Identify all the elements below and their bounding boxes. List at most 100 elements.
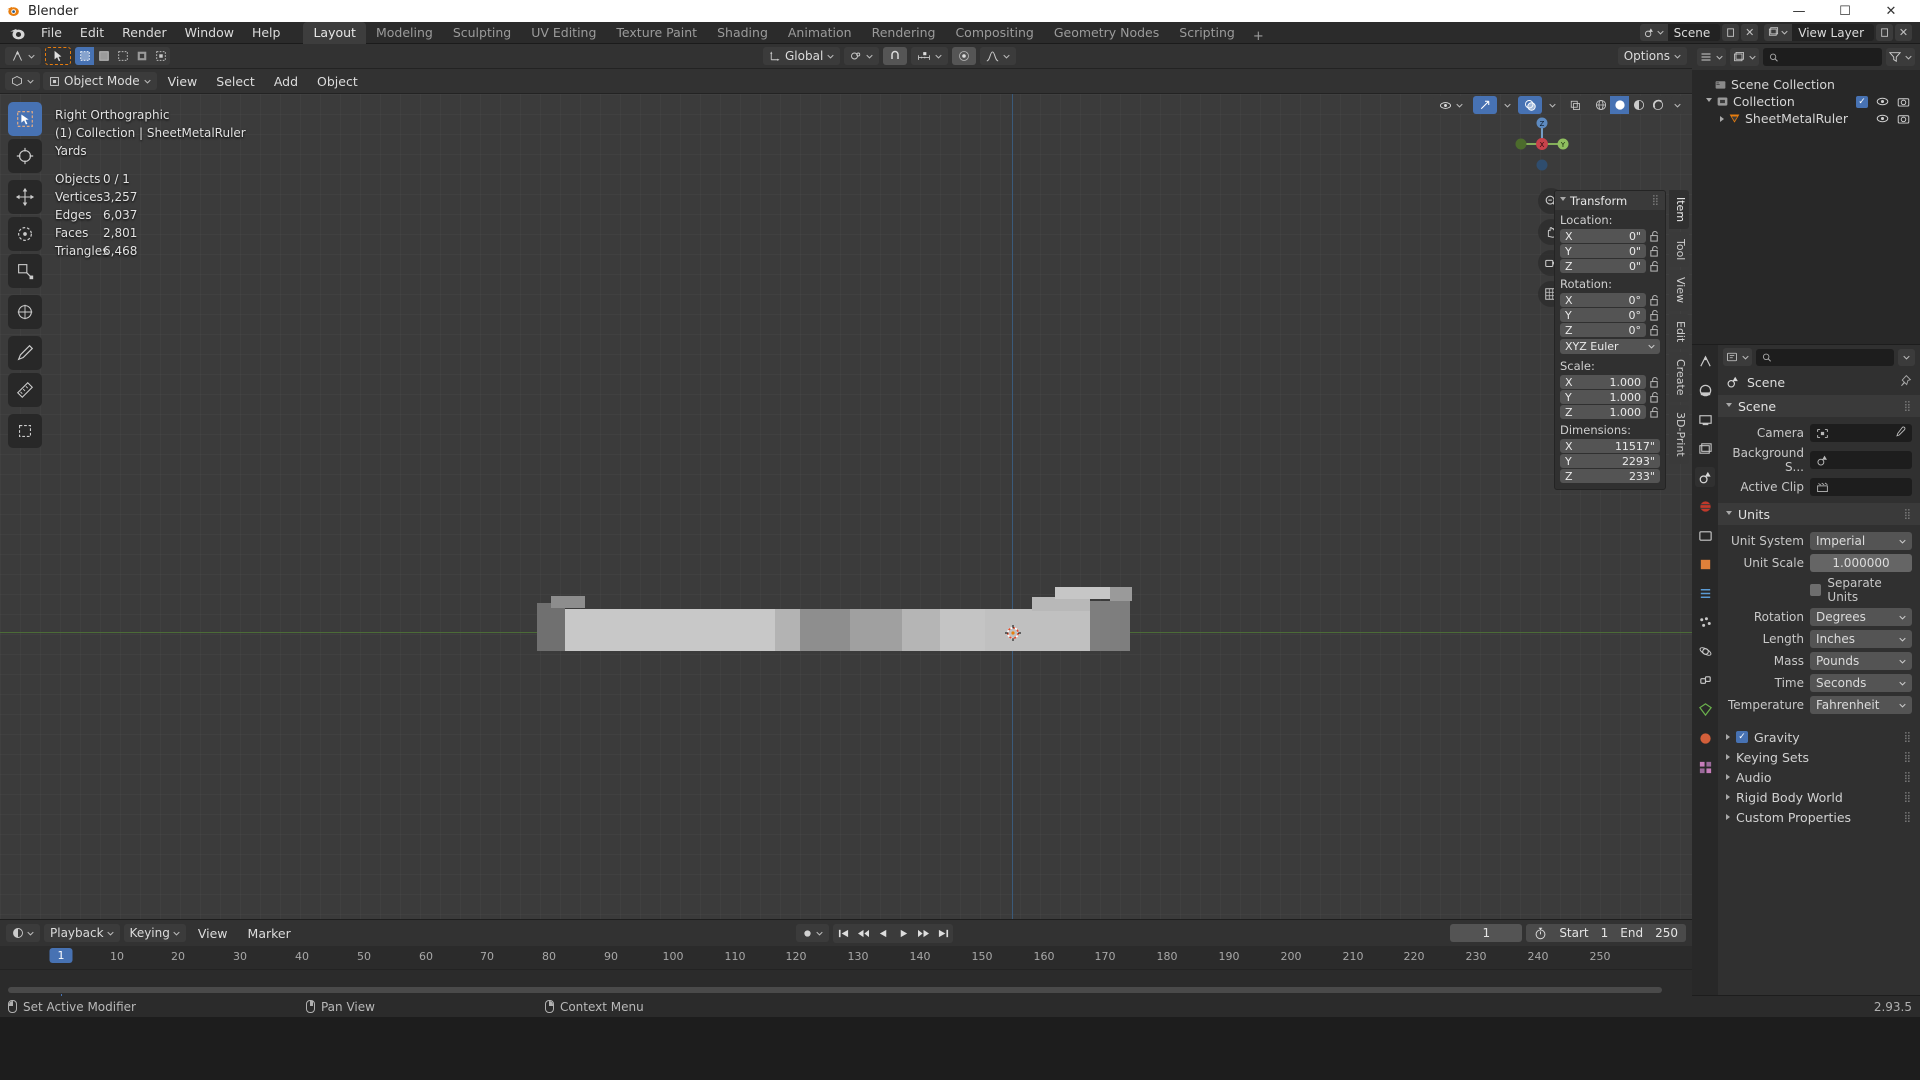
panel-drag-handle[interactable]: ⣿ (1904, 772, 1912, 783)
rotation-y-field[interactable]: Y 0° (1560, 308, 1646, 322)
dimensions-y-field[interactable]: Y 2293" (1560, 454, 1660, 468)
eye-icon[interactable] (1876, 96, 1889, 107)
menu-render[interactable]: Render (113, 23, 176, 42)
gravity-checkbox[interactable]: ✓ (1736, 731, 1748, 743)
properties-editor-type-selector[interactable] (1723, 348, 1752, 366)
location-x-field[interactable]: X 0" (1560, 229, 1646, 243)
unit-system-select[interactable]: Imperial (1810, 532, 1912, 550)
outliner-row-sheetmetalruler[interactable]: SheetMetalRuler (1696, 110, 1916, 127)
material-preview-shading-icon[interactable] (1629, 96, 1648, 114)
lock-scale-z-icon[interactable] (1649, 406, 1660, 419)
frame-range-box[interactable]: Start 1 End 250 (1526, 924, 1686, 942)
workspace-tab-animation[interactable]: Animation (778, 22, 862, 44)
panel-drag-handle[interactable]: ⣿ (1904, 401, 1912, 412)
menu-edit[interactable]: Edit (71, 23, 113, 42)
lock-location-y-icon[interactable] (1649, 245, 1660, 258)
timeline-view-menu[interactable]: View (190, 924, 236, 943)
location-y-field[interactable]: Y 0" (1560, 244, 1646, 258)
outliner-search-box[interactable] (1763, 48, 1882, 66)
timeline-keying-menu[interactable]: Keying (124, 924, 186, 942)
properties-tab-tool[interactable] (1695, 351, 1715, 371)
select-set-icon[interactable] (75, 47, 94, 65)
mass-units-select[interactable]: Pounds (1810, 652, 1912, 670)
properties-tab-constraints[interactable] (1695, 670, 1715, 690)
workspace-tab-sculpting[interactable]: Sculpting (443, 22, 521, 44)
tool-annotate[interactable] (8, 336, 42, 370)
sheet-metal-ruler-model[interactable] (535, 579, 1155, 669)
length-units-select[interactable]: Inches (1810, 630, 1912, 648)
sidebar-tab-tool[interactable]: Tool (1669, 232, 1689, 267)
sidebar-tab-3d-print[interactable]: 3D-Print (1669, 405, 1689, 464)
tool-move[interactable] (8, 180, 42, 214)
properties-tab-collection[interactable] (1695, 525, 1715, 545)
lock-rotation-x-icon[interactable] (1649, 294, 1660, 307)
new-view-layer-button[interactable] (1876, 24, 1893, 41)
jump-to-end-button[interactable] (933, 924, 953, 943)
time-units-select[interactable]: Seconds (1810, 674, 1912, 692)
select-extend-icon[interactable] (94, 47, 113, 65)
camera-field[interactable] (1810, 424, 1912, 442)
overlays-toggle-button[interactable] (1518, 96, 1542, 114)
scale-y-field[interactable]: Y 1.000 (1560, 390, 1646, 404)
timeline-channel-area[interactable] (0, 970, 1692, 996)
separate-units-checkbox[interactable]: Separate Units (1810, 576, 1912, 604)
snap-magnet-button[interactable] (883, 47, 907, 65)
panel-drag-handle[interactable]: ⣿ (1904, 509, 1912, 520)
menu-file[interactable]: File (32, 23, 71, 42)
outliner-row-collection[interactable]: Collection ✓ (1696, 93, 1916, 110)
viewport-options-button[interactable]: Options (1618, 47, 1687, 65)
viewport-menu-select[interactable]: Select (208, 73, 263, 90)
select-intersect-icon[interactable] (151, 47, 170, 65)
view-layer-selector[interactable]: View Layer (1764, 24, 1874, 41)
temperature-units-select[interactable]: Fahrenheit (1810, 696, 1912, 714)
auto-keying-toggle[interactable] (796, 924, 829, 942)
properties-tab-material[interactable] (1695, 728, 1715, 748)
properties-tab-render[interactable] (1695, 380, 1715, 400)
sidebar-tab-create[interactable]: Create (1669, 352, 1689, 403)
collection-checkbox[interactable]: ✓ (1856, 96, 1868, 108)
lock-location-x-icon[interactable] (1649, 230, 1660, 243)
units-panel-header[interactable]: Units ⣿ (1718, 503, 1920, 525)
properties-tab-physics[interactable] (1695, 641, 1715, 661)
properties-tab-data[interactable] (1695, 699, 1715, 719)
tool-cursor[interactable] (8, 139, 42, 173)
custom-properties-panel-header[interactable]: Custom Properties ⣿ (1718, 807, 1920, 827)
menu-window[interactable]: Window (176, 23, 243, 42)
location-z-field[interactable]: Z 0" (1560, 259, 1646, 273)
workspace-tab-compositing[interactable]: Compositing (945, 22, 1043, 44)
add-workspace-button[interactable]: + (1245, 29, 1272, 44)
rendered-shading-icon[interactable] (1648, 96, 1667, 114)
gizmo-options-selector[interactable] (1501, 96, 1514, 114)
scale-x-field[interactable]: X 1.000 (1560, 375, 1646, 389)
workspace-tab-layout[interactable]: Layout (303, 22, 366, 44)
maximize-button[interactable]: ☐ (1822, 0, 1868, 22)
lock-rotation-z-icon[interactable] (1649, 324, 1660, 337)
workspace-tab-uv-editing[interactable]: UV Editing (521, 22, 606, 44)
active-tool-selector[interactable] (5, 47, 41, 65)
workspace-tab-shading[interactable]: Shading (707, 22, 778, 44)
workspace-tab-texture-paint[interactable]: Texture Paint (606, 22, 707, 44)
eye-icon[interactable] (1876, 113, 1889, 124)
overlays-options-selector[interactable] (1546, 96, 1559, 114)
unit-scale-field[interactable]: 1.000000 (1810, 554, 1912, 572)
rotation-mode-selector[interactable]: XYZ Euler (1560, 339, 1660, 354)
viewport-menu-object[interactable]: Object (309, 73, 366, 90)
pin-icon[interactable] (1899, 374, 1912, 390)
select-invert-icon[interactable] (132, 47, 151, 65)
workspace-tab-scripting[interactable]: Scripting (1169, 22, 1245, 44)
expand-triangle-icon[interactable] (1720, 116, 1724, 122)
pivot-point-selector[interactable] (844, 47, 879, 65)
properties-tab-object[interactable] (1695, 554, 1715, 574)
panel-drag-handle[interactable]: ⣿ (1904, 812, 1912, 823)
properties-tab-modifiers[interactable] (1695, 583, 1715, 603)
delete-scene-button[interactable]: ✕ (1741, 24, 1758, 41)
tool-select-box[interactable] (8, 102, 42, 136)
background-scene-field[interactable] (1810, 451, 1912, 469)
keying-sets-panel-header[interactable]: Keying Sets ⣿ (1718, 747, 1920, 767)
editor-type-selector[interactable] (5, 72, 40, 90)
outliner-filter-button[interactable] (1886, 48, 1915, 66)
visibility-selector[interactable] (1433, 96, 1469, 114)
scene-panel-header[interactable]: Scene ⣿ (1718, 395, 1920, 417)
select-mode-group[interactable] (75, 47, 170, 65)
lock-scale-x-icon[interactable] (1649, 376, 1660, 389)
